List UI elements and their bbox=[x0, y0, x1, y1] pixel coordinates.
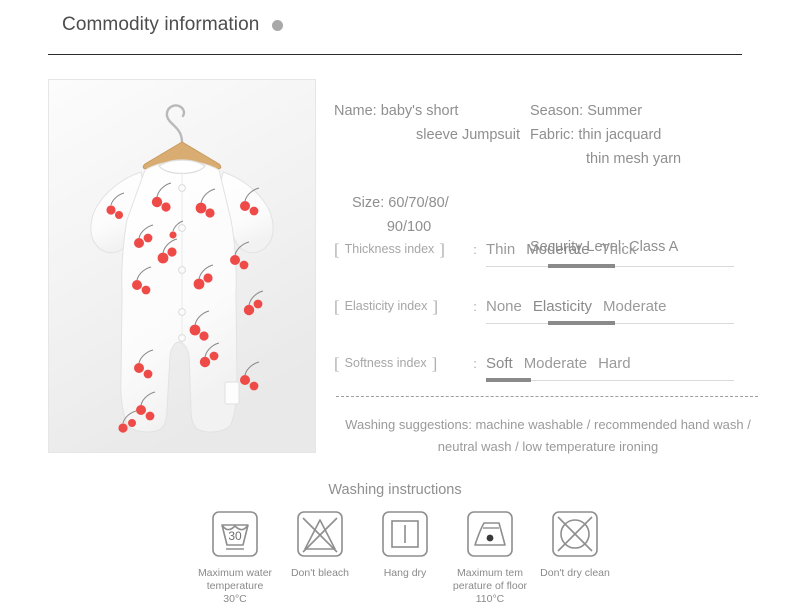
elasticity-selected-marker bbox=[548, 321, 615, 325]
thickness-index-label: [ Thickness index ] bbox=[334, 241, 464, 258]
bracket-close-icon: ] bbox=[432, 296, 439, 316]
elasticity-index-label-text: Elasticity index bbox=[344, 299, 428, 313]
care-item-no-bleach: Don't bleach bbox=[280, 508, 360, 606]
washing-suggestions-line-2: neutral wash / low temperature ironing bbox=[437, 439, 659, 454]
bracket-open-icon: [ bbox=[334, 239, 340, 259]
softness-option-hard[interactable]: Hard bbox=[598, 355, 631, 372]
product-image[interactable] bbox=[48, 79, 316, 453]
product-info: Name: baby's short Season: Summer sleeve… bbox=[334, 99, 734, 259]
care-item-max-ironing-temperature: Maximum tem perature of floor 110°C bbox=[450, 508, 530, 606]
product-name-line-2: sleeve Jumpsuit bbox=[416, 127, 520, 143]
care-item-hang-dry: Hang dry bbox=[365, 508, 445, 606]
thickness-options: Thin Moderate Thick bbox=[486, 241, 636, 258]
thickness-option-thick[interactable]: Thick bbox=[601, 241, 637, 258]
hang-dry-icon bbox=[379, 508, 431, 560]
care-caption-no-bleach: Don't bleach bbox=[290, 567, 350, 579]
index-row-softness: [ Softness index ] : Soft Moderate Hard bbox=[334, 350, 734, 407]
thickness-index-label-text: Thickness index bbox=[344, 242, 435, 256]
product-size-line-1: Size: 60/70/80/ bbox=[352, 195, 449, 211]
washing-instructions-icons: 30 Maximum water temperature 30°C Don't … bbox=[195, 508, 615, 606]
no-dry-clean-icon bbox=[549, 508, 601, 560]
product-season: Season: Summer bbox=[530, 103, 643, 119]
status-dot-icon bbox=[272, 19, 284, 31]
care-caption-max-ironing-temperature: Maximum tem perature of floor 110°C bbox=[452, 567, 528, 605]
iron-one-dot-icon bbox=[464, 508, 516, 560]
wash-tub-30-icon: 30 bbox=[209, 508, 261, 560]
thickness-indicator-track bbox=[486, 264, 734, 268]
thickness-colon: : bbox=[473, 241, 477, 257]
washing-instructions-title: Washing instructions bbox=[328, 482, 462, 498]
index-row-thickness: [ Thickness index ] : Thin Moderate Thic… bbox=[334, 236, 734, 293]
elasticity-option-none[interactable]: None bbox=[486, 298, 522, 315]
softness-indicator-track bbox=[486, 378, 734, 382]
elasticity-colon: : bbox=[473, 298, 477, 314]
bracket-close-icon: ] bbox=[439, 239, 445, 259]
bracket-close-icon: ] bbox=[431, 353, 438, 373]
softness-options: Soft Moderate Hard bbox=[486, 355, 631, 372]
softness-option-moderate[interactable]: Moderate bbox=[524, 355, 587, 372]
elasticity-options: None Elasticity Moderate bbox=[486, 298, 666, 315]
svg-text:30: 30 bbox=[228, 529, 242, 543]
thickness-option-thin[interactable]: Thin bbox=[486, 241, 515, 258]
no-bleach-triangle-icon bbox=[294, 508, 346, 560]
product-index-list: [ Thickness index ] : Thin Moderate Thic… bbox=[334, 236, 734, 407]
washing-suggestions: Washing suggestions: machine washable / … bbox=[334, 414, 762, 458]
product-fabric-line-2: thin mesh yarn bbox=[586, 151, 682, 167]
softness-option-soft[interactable]: Soft bbox=[486, 355, 513, 372]
header-divider bbox=[48, 54, 742, 55]
index-row-elasticity: [ Elasticity index ] : None Elasticity M… bbox=[334, 293, 734, 350]
softness-index-label: [ Softness index ] bbox=[334, 355, 464, 372]
care-item-max-water-temperature: 30 Maximum water temperature 30°C bbox=[195, 508, 275, 606]
elasticity-option-moderate[interactable]: Moderate bbox=[603, 298, 666, 315]
bracket-open-icon: [ bbox=[334, 296, 340, 316]
page-title: Commodity information bbox=[62, 14, 260, 35]
care-item-no-dry-clean: Don't dry clean bbox=[535, 508, 615, 606]
bracket-open-icon: [ bbox=[334, 353, 340, 373]
product-fabric-line-1: Fabric: thin jacquard bbox=[530, 127, 662, 143]
care-caption-hang-dry: Hang dry bbox=[383, 567, 427, 579]
care-caption-max-water-temperature: Maximum water temperature 30°C bbox=[197, 567, 273, 605]
washing-suggestions-line-1: Washing suggestions: machine washable / … bbox=[345, 417, 751, 432]
elasticity-indicator-track bbox=[486, 321, 734, 325]
elasticity-option-elasticity[interactable]: Elasticity bbox=[533, 298, 592, 315]
elasticity-index-label: [ Elasticity index ] bbox=[334, 298, 464, 315]
softness-selected-marker bbox=[486, 378, 531, 382]
washing-divider bbox=[336, 396, 758, 397]
thickness-option-moderate[interactable]: Moderate bbox=[526, 241, 589, 258]
thickness-selected-marker bbox=[548, 264, 615, 268]
page-header: Commodity information bbox=[62, 14, 284, 36]
product-name-line-1: Name: baby's short bbox=[334, 103, 459, 119]
care-caption-no-dry-clean: Don't dry clean bbox=[540, 567, 610, 579]
softness-colon: : bbox=[473, 355, 477, 371]
softness-index-label-text: Softness index bbox=[344, 356, 427, 370]
